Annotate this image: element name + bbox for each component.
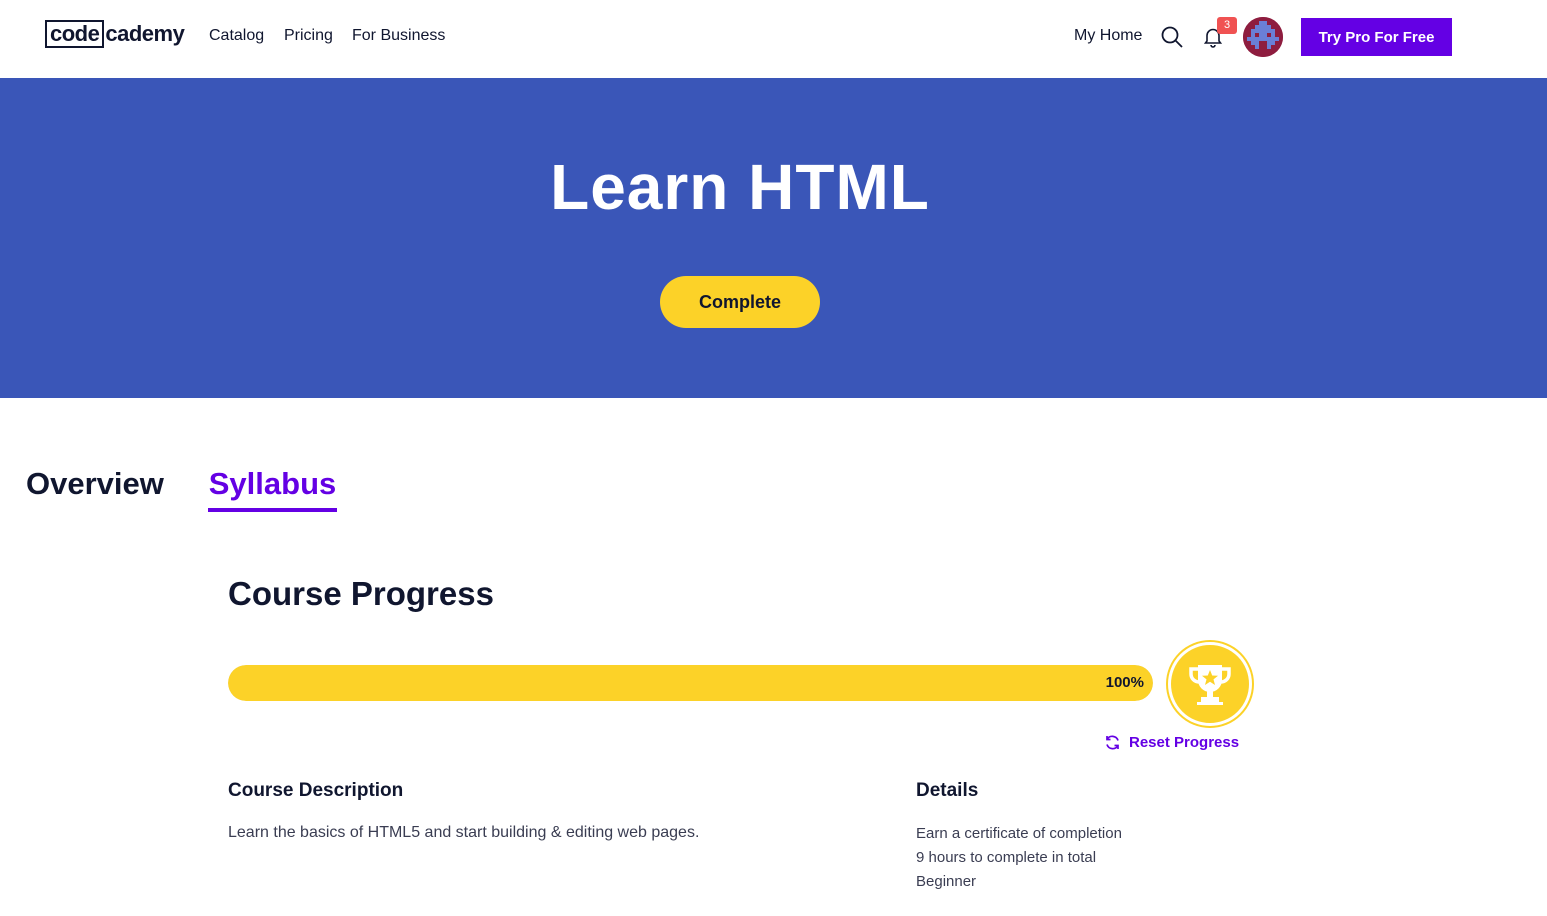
course-description-title: Course Description [228, 780, 404, 801]
list-item: Earn a certificate of completion [916, 825, 1122, 842]
list-item: Beginner [916, 873, 977, 890]
course-progress-title: Course Progress [228, 575, 494, 612]
reset-progress-label: Reset Progress [1129, 734, 1240, 751]
nav-pricing[interactable]: Pricing [284, 27, 333, 45]
codecademy-logo[interactable]: code cademy [45, 20, 185, 48]
notification-count-badge: 3 [1217, 17, 1237, 34]
course-description-text: Learn the basics of HTML5 and start buil… [228, 824, 700, 841]
logo-boxed-text: code [45, 20, 105, 48]
tab-overview[interactable]: Overview [26, 466, 164, 502]
details-title: Details [916, 780, 979, 801]
search-icon[interactable] [1160, 25, 1184, 49]
logo-rest-text: cademy [105, 21, 185, 46]
nav-catalog[interactable]: Catalog [209, 27, 264, 45]
trophy-icon [1168, 642, 1252, 726]
list-item: 9 hours to complete in total [916, 849, 1097, 866]
course-hero: Learn HTML Complete [0, 78, 1547, 398]
details-list: Earn a certificate of completion 9 hours… [916, 822, 1122, 894]
reset-progress-button[interactable]: Reset Progress [1104, 734, 1239, 751]
tab-syllabus[interactable]: Syllabus [208, 466, 337, 512]
nav-for-business[interactable]: For Business [352, 27, 445, 45]
course-title: Learn HTML [550, 151, 930, 223]
progress-bar: 100% [228, 665, 1153, 701]
nav-my-home[interactable]: My Home [1074, 27, 1142, 45]
top-navigation: code cademy Catalog Pricing For Business … [0, 0, 1547, 78]
refresh-icon [1106, 735, 1119, 750]
progress-percent: 100% [1105, 674, 1144, 691]
progress-bar-fill [228, 665, 1153, 701]
avatar[interactable] [1243, 17, 1283, 57]
try-pro-button[interactable]: Try Pro For Free [1301, 18, 1452, 56]
complete-status-button[interactable]: Complete [660, 276, 820, 328]
